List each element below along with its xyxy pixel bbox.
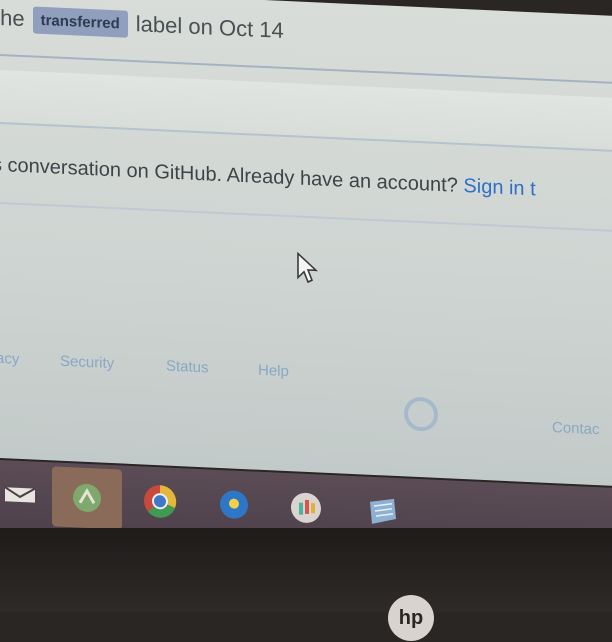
- footer-link-contact[interactable]: Contac: [552, 419, 600, 438]
- signin-link[interactable]: Sign in t: [463, 175, 535, 200]
- github-issue-page: the transferred label on Oct 14 s conver…: [0, 0, 612, 488]
- start-icon[interactable]: [0, 472, 40, 518]
- android-studio-icon[interactable]: [52, 466, 122, 530]
- timeline-prefix: the: [0, 4, 25, 32]
- mouse-cursor-icon: [297, 251, 319, 284]
- timeline-suffix: label on Oct 14: [135, 11, 284, 43]
- footer-link-help[interactable]: Help: [258, 362, 289, 380]
- footer-link-privacy[interactable]: acy: [0, 350, 19, 368]
- slack-icon[interactable]: [284, 485, 328, 531]
- chrome-icon[interactable]: [138, 478, 182, 524]
- footer-nav: acy Security Status Help Contac: [0, 344, 612, 438]
- laptop-bezel: [0, 528, 612, 612]
- blue-app-icon[interactable]: [212, 482, 256, 528]
- timeline-gap: [0, 70, 612, 152]
- github-octocat-icon[interactable]: [404, 396, 438, 432]
- signin-prompt-text: s conversation on GitHub. Already have a…: [0, 153, 458, 197]
- hp-logo: hp: [388, 595, 434, 641]
- transferred-label[interactable]: transferred: [32, 5, 128, 38]
- signin-prompt: s conversation on GitHub. Already have a…: [0, 154, 612, 207]
- footer-link-security[interactable]: Security: [60, 353, 114, 372]
- divider: [0, 202, 612, 234]
- footer-link-status[interactable]: Status: [166, 358, 209, 377]
